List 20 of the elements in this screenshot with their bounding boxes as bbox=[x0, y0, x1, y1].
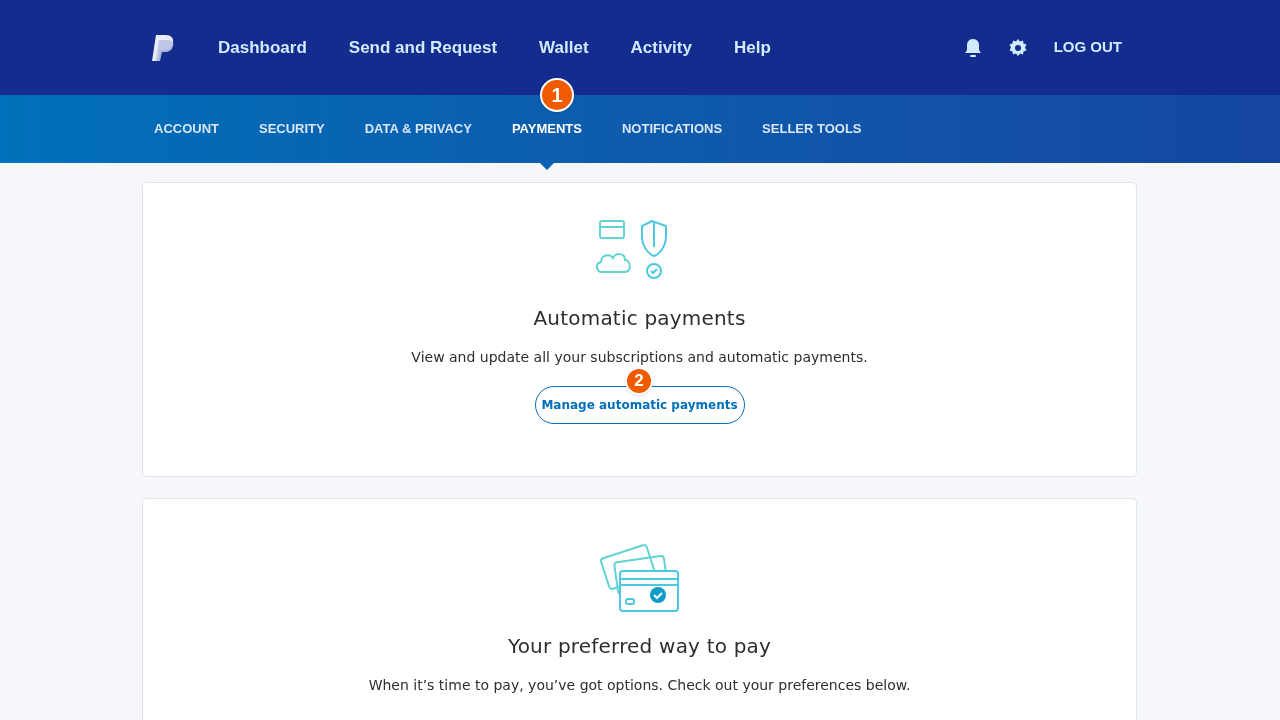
nav-link[interactable]: Help bbox=[733, 34, 771, 61]
manage-payments-button[interactable]: Manage automatic payments bbox=[534, 386, 745, 424]
card-title: Your preferred way to pay bbox=[507, 633, 772, 660]
settings-tab[interactable]: ACCOUNT bbox=[154, 119, 219, 139]
nav-link[interactable]: Dashboard bbox=[218, 34, 307, 61]
logout-link[interactable]: LOG OUT bbox=[1053, 36, 1122, 59]
card-title: Automatic payments bbox=[533, 305, 746, 332]
nav-link[interactable]: Send and Request bbox=[348, 34, 498, 61]
settings-tab[interactable]: NOTIFICATIONS bbox=[621, 119, 723, 139]
logo-icon[interactable] bbox=[150, 33, 176, 62]
card-description: View and update all your subscriptions and automatic payments. bbox=[411, 348, 868, 367]
card-description: When it’s time to pay, you’ve got options. Check out your preferences below. bbox=[368, 676, 911, 695]
nav-link[interactable]: Wallet bbox=[539, 34, 589, 61]
settings-tab[interactable]: PAYMENTS bbox=[511, 119, 582, 139]
settings-tab[interactable]: SELLER TOOLS bbox=[762, 119, 862, 139]
settings-icon[interactable] bbox=[1007, 37, 1028, 58]
notification-bell-icon[interactable] bbox=[963, 37, 982, 58]
settings-tab[interactable]: DATA & PRIVACY bbox=[364, 119, 472, 139]
settings-tab[interactable]: SECURITY bbox=[259, 119, 325, 139]
nav-link[interactable]: Activity bbox=[630, 34, 692, 61]
